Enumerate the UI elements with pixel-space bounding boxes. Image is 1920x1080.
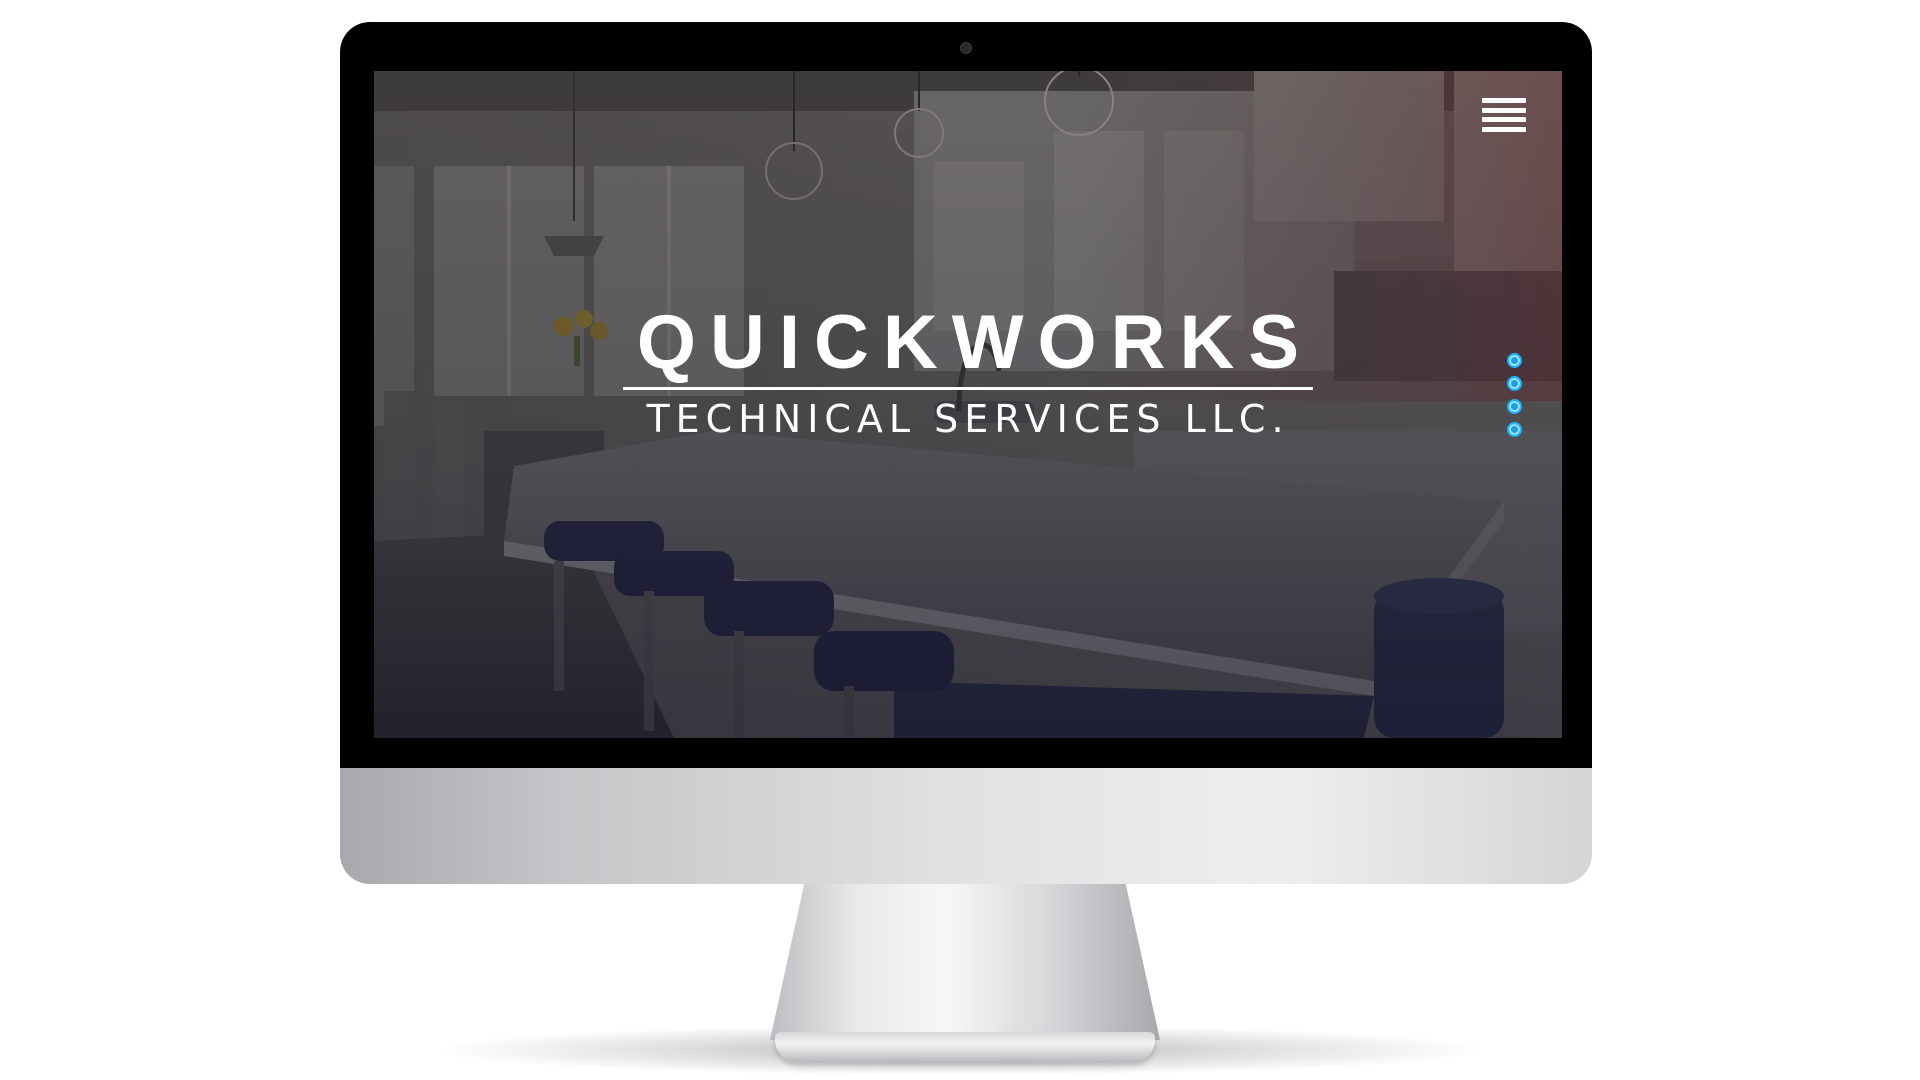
monitor-stand-base <box>775 1032 1155 1062</box>
slider-pagination <box>1507 353 1523 437</box>
hamburger-menu-icon[interactable] <box>1482 98 1526 132</box>
website-screen: QUICKWORKS TECHNICAL SERVICES LLC. <box>374 71 1562 738</box>
slide-dot-1[interactable] <box>1507 353 1522 368</box>
site-title: QUICKWORKS <box>622 305 1314 390</box>
camera-icon <box>960 42 972 54</box>
brand-logo[interactable]: QUICKWORKS TECHNICAL SERVICES LLC. <box>374 305 1562 438</box>
menu-bar <box>1482 117 1526 123</box>
menu-bar <box>1482 107 1526 113</box>
slide-dot-2[interactable] <box>1507 376 1522 391</box>
menu-bar <box>1482 126 1526 132</box>
slide-dot-4[interactable] <box>1507 422 1522 437</box>
site-subtitle: TECHNICAL SERVICES LLC. <box>646 397 1290 441</box>
slide-dot-3[interactable] <box>1507 399 1522 414</box>
monitor-stand <box>770 880 1160 1040</box>
menu-bar <box>1482 98 1526 103</box>
